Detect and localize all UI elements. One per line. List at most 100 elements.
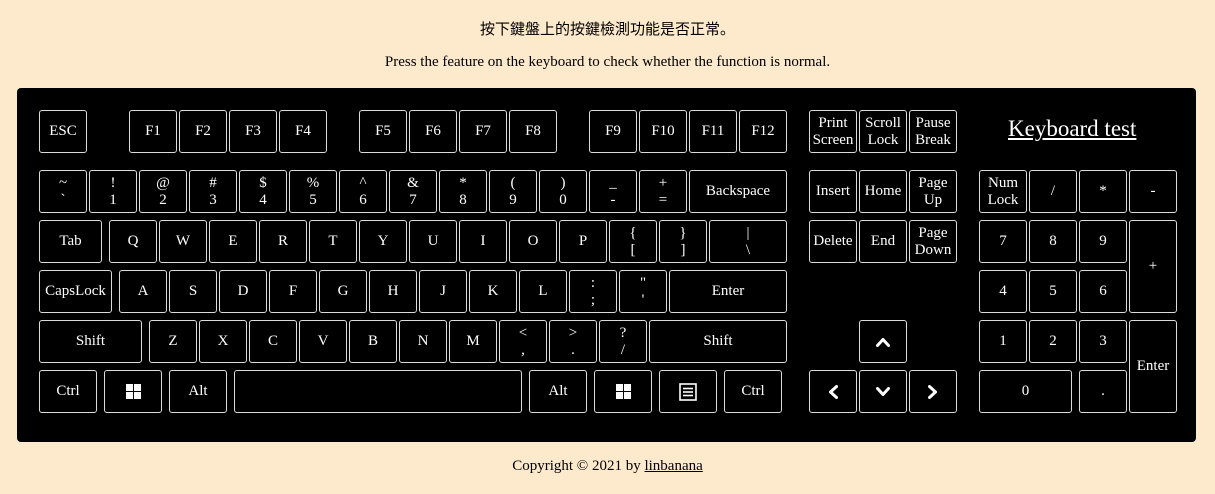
key-numpad-1[interactable]: 1: [979, 320, 1027, 363]
key-f[interactable]: F: [269, 270, 317, 313]
key-tab[interactable]: Tab: [39, 220, 102, 263]
key-space[interactable]: [234, 370, 522, 413]
key-backslash[interactable]: | \: [709, 220, 787, 263]
key-f12[interactable]: F12: [739, 110, 787, 153]
key-l[interactable]: L: [519, 270, 567, 313]
key-f10[interactable]: F10: [639, 110, 687, 153]
key-s[interactable]: S: [169, 270, 217, 313]
key-page-up[interactable]: Page Up: [909, 170, 957, 213]
key-tilde[interactable]: ~ `: [39, 170, 87, 213]
key-numpad-3[interactable]: 3: [1079, 320, 1127, 363]
key-a[interactable]: A: [119, 270, 167, 313]
key-menu[interactable]: [659, 370, 717, 413]
key-ctrl-left[interactable]: Ctrl: [39, 370, 97, 413]
key-arrow-down[interactable]: [859, 370, 907, 413]
key-minus[interactable]: _ -: [589, 170, 637, 213]
key-numpad-5[interactable]: 5: [1029, 270, 1077, 313]
key-semicolon[interactable]: :;: [569, 270, 617, 313]
key-numpad-minus[interactable]: -: [1129, 170, 1177, 213]
key-5[interactable]: % 5: [289, 170, 337, 213]
key-arrow-right[interactable]: [909, 370, 957, 413]
key-windows-right[interactable]: [594, 370, 652, 413]
key-arrow-left[interactable]: [809, 370, 857, 413]
key-0[interactable]: ) 0: [539, 170, 587, 213]
key-x[interactable]: X: [199, 320, 247, 363]
key-windows-left[interactable]: [104, 370, 162, 413]
key-pause-break[interactable]: Pause Break: [909, 110, 957, 153]
key-arrow-up[interactable]: [859, 320, 907, 363]
key-u[interactable]: U: [409, 220, 457, 263]
key-esc[interactable]: ESC: [39, 110, 87, 153]
key-numpad-multiply[interactable]: *: [1079, 170, 1127, 213]
key-numpad-9[interactable]: 9: [1079, 220, 1127, 263]
key-j[interactable]: J: [419, 270, 467, 313]
key-z[interactable]: Z: [149, 320, 197, 363]
key-3[interactable]: #3: [189, 170, 237, 213]
key-f8[interactable]: F8: [509, 110, 557, 153]
key-6[interactable]: ^ 6: [339, 170, 387, 213]
key-w[interactable]: W: [159, 220, 207, 263]
key-numpad-plus[interactable]: +: [1129, 220, 1177, 313]
key-m[interactable]: M: [449, 320, 497, 363]
key-o[interactable]: O: [509, 220, 557, 263]
key-f9[interactable]: F9: [589, 110, 637, 153]
key-numpad-enter[interactable]: Enter: [1129, 320, 1177, 413]
key-2[interactable]: @2: [139, 170, 187, 213]
key-d[interactable]: D: [219, 270, 267, 313]
key-numpad-dot[interactable]: .: [1079, 370, 1127, 413]
keyboard-test-title[interactable]: Keyboard test: [1008, 116, 1136, 142]
key-q[interactable]: Q: [109, 220, 157, 263]
key-end[interactable]: End: [859, 220, 907, 263]
key-backspace[interactable]: Backspace: [689, 170, 787, 213]
key-right-bracket[interactable]: }]: [659, 220, 707, 263]
key-h[interactable]: H: [369, 270, 417, 313]
key-alt-left[interactable]: Alt: [169, 370, 227, 413]
key-numpad-4[interactable]: 4: [979, 270, 1027, 313]
key-left-bracket[interactable]: {[: [609, 220, 657, 263]
key-f6[interactable]: F6: [409, 110, 457, 153]
key-alt-right[interactable]: Alt: [529, 370, 587, 413]
key-comma[interactable]: <,: [499, 320, 547, 363]
key-p[interactable]: P: [559, 220, 607, 263]
key-c[interactable]: C: [249, 320, 297, 363]
key-shift-left[interactable]: Shift: [39, 320, 142, 363]
key-t[interactable]: T: [309, 220, 357, 263]
key-7[interactable]: & 7: [389, 170, 437, 213]
key-numpad-6[interactable]: 6: [1079, 270, 1127, 313]
key-insert[interactable]: Insert: [809, 170, 857, 213]
key-b[interactable]: B: [349, 320, 397, 363]
key-enter[interactable]: Enter: [669, 270, 787, 313]
key-numpad-2[interactable]: 2: [1029, 320, 1077, 363]
key-period[interactable]: >.: [549, 320, 597, 363]
key-4[interactable]: $4: [239, 170, 287, 213]
key-num-lock[interactable]: Num Lock: [979, 170, 1027, 213]
key-slash[interactable]: ? /: [599, 320, 647, 363]
key-print-screen[interactable]: Print Screen: [809, 110, 857, 153]
key-f1[interactable]: F1: [129, 110, 177, 153]
key-equal[interactable]: + =: [639, 170, 687, 213]
key-numpad-0[interactable]: 0: [979, 370, 1072, 413]
key-page-down[interactable]: Page Down: [909, 220, 957, 263]
key-ctrl-right[interactable]: Ctrl: [724, 370, 782, 413]
key-v[interactable]: V: [299, 320, 347, 363]
key-f5[interactable]: F5: [359, 110, 407, 153]
key-9[interactable]: (9: [489, 170, 537, 213]
key-f7[interactable]: F7: [459, 110, 507, 153]
key-r[interactable]: R: [259, 220, 307, 263]
key-quote[interactable]: " ': [619, 270, 667, 313]
key-capslock[interactable]: CapsLock: [39, 270, 112, 313]
key-numpad-7[interactable]: 7: [979, 220, 1027, 263]
key-scroll-lock[interactable]: Scroll Lock: [859, 110, 907, 153]
key-f11[interactable]: F11: [689, 110, 737, 153]
key-shift-right[interactable]: Shift: [649, 320, 787, 363]
key-y[interactable]: Y: [359, 220, 407, 263]
key-e[interactable]: E: [209, 220, 257, 263]
key-g[interactable]: G: [319, 270, 367, 313]
key-numpad-slash[interactable]: /: [1029, 170, 1077, 213]
key-numpad-8[interactable]: 8: [1029, 220, 1077, 263]
key-i[interactable]: I: [459, 220, 507, 263]
key-1[interactable]: ! 1: [89, 170, 137, 213]
key-8[interactable]: * 8: [439, 170, 487, 213]
key-delete[interactable]: Delete: [809, 220, 857, 263]
key-f4[interactable]: F4: [279, 110, 327, 153]
